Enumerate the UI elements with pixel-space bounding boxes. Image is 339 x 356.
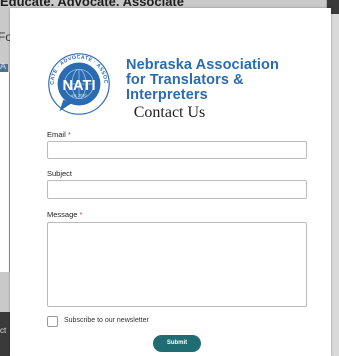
subject-label: Subject bbox=[47, 169, 73, 178]
background-page-heading: Educate. Advocate. Associate bbox=[0, 0, 184, 8]
email-label-text: Email bbox=[47, 130, 66, 139]
email-label: Email * bbox=[47, 130, 71, 139]
newsletter-checkbox[interactable] bbox=[47, 316, 58, 327]
newsletter-label: Subscribe to our newsletter bbox=[64, 317, 149, 324]
required-marker: * bbox=[67, 130, 71, 139]
organization-name-line-2: for Translators & Interpreters bbox=[126, 72, 244, 103]
subject-field[interactable] bbox=[47, 180, 307, 199]
email-field[interactable] bbox=[47, 141, 307, 159]
background-dark-label: ct bbox=[0, 326, 7, 335]
organization-name: Nebraska Association for Translators & I… bbox=[126, 58, 326, 103]
background-tab-label: A bbox=[0, 61, 7, 71]
message-label-text: Message bbox=[47, 210, 78, 219]
logo-seal-text: NATI bbox=[63, 78, 96, 94]
submit-button[interactable]: Submit bbox=[153, 335, 201, 352]
organization-name-line-1: Nebraska Association bbox=[126, 57, 279, 73]
message-label: Message * bbox=[47, 210, 82, 219]
modal-title: Contact Us bbox=[133, 104, 206, 121]
logo-seal-year: est. 2010 bbox=[71, 94, 86, 98]
required-marker: * bbox=[79, 210, 83, 219]
message-textarea[interactable] bbox=[47, 222, 307, 307]
background-panel bbox=[0, 72, 10, 272]
